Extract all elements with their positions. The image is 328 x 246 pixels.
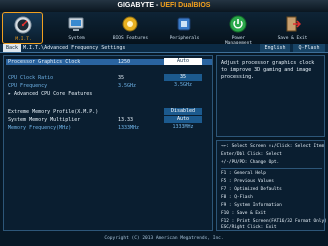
menu-label: BIOS Features [112, 36, 149, 41]
menu-label: M.I.T. [15, 37, 32, 42]
setting-option: 1333MHz [172, 124, 194, 130]
exit-icon [283, 15, 302, 33]
key-help-line: F10 : Save & Exit [221, 211, 266, 216]
bios-features-icon [121, 15, 139, 33]
setting-label: CPU Clock Ratio [8, 75, 54, 81]
setting-label: System Memory Multiplier [8, 117, 81, 123]
setting-option: 3.5GHz [173, 82, 193, 88]
peripherals-icon [175, 15, 193, 33]
setting-option[interactable]: 35 [164, 74, 202, 81]
main-menu: M.I.T. System BIOS Features Peripherals … [0, 12, 328, 46]
setting-row-cpu-frequency: CPU Frequency 3.5GHz 3.5GHz [6, 82, 212, 89]
key-help-line: F5 : Previous Values [221, 179, 274, 184]
key-help-line: F8 : Q-Flash [221, 195, 253, 200]
setting-value: 13.33 [118, 117, 134, 123]
setting-label: CPU Frequency [8, 83, 48, 89]
key-help-line: ESC/Right Click: Exit [221, 225, 277, 230]
setting-row-memory-multiplier[interactable]: System Memory Multiplier 13.33 Auto [6, 116, 212, 123]
power-icon [229, 15, 247, 33]
setting-value: 1333MHz [118, 125, 140, 131]
sub-toolbar: Back M.I.T.\Advanced Frequency Settings … [0, 44, 328, 53]
key-help-line: F7 : Optimized Defaults [221, 187, 282, 192]
key-help-line: F9 : System Information [221, 203, 282, 208]
setting-row-cpu-clock-ratio[interactable]: CPU Clock Ratio 35 35 [6, 74, 212, 81]
back-button[interactable]: Back [3, 44, 21, 52]
help-text: Adjust processor graphics clock to impro… [221, 60, 315, 80]
menu-power-management[interactable]: Power Management [218, 12, 259, 46]
setting-option[interactable]: Auto [164, 58, 202, 65]
key-help-line: →←: Select Screen ↑↓/Click: Select Item [221, 144, 325, 149]
brand-name: GIGABYTE [117, 2, 155, 9]
setting-label: Memory Frequency(MHz) [8, 125, 72, 131]
product-name: UEFI DualBIOS [160, 2, 211, 9]
menu-bios-features[interactable]: BIOS Features [110, 12, 151, 44]
gauge-icon [14, 16, 32, 34]
system-icon [67, 15, 85, 33]
app-title: GIGABYTE - UEFI DualBIOS [0, 2, 328, 9]
key-help-line: +/-/PU/PD: Change Opt. [221, 160, 280, 165]
setting-option[interactable]: Disabled [164, 108, 202, 115]
setting-label: Processor Graphics Clock [8, 59, 81, 65]
menu-label: System [68, 36, 85, 41]
menu-label: Save & Exit [277, 36, 308, 41]
breadcrumb: M.I.T.\Advanced Frequency Settings [23, 45, 126, 51]
key-help-line: F1 : General Help [221, 171, 266, 176]
qflash-button[interactable]: Q-Flash [293, 44, 325, 52]
language-button[interactable]: English [260, 44, 290, 52]
setting-row-advanced-cpu-core[interactable]: ▸ Advanced CPU Core Features [6, 91, 212, 97]
setting-value: 3.5GHz [118, 83, 137, 89]
menu-mit[interactable]: M.I.T. [2, 12, 43, 44]
setting-row-xmp[interactable]: Extreme Memory Profile(X.M.P.) Disabled [6, 108, 212, 115]
submenu-link[interactable]: ▸ Advanced CPU Core Features [8, 91, 92, 97]
key-help-line: Enter/Dbl Click: Select [221, 152, 282, 157]
setting-value: 35 [118, 75, 125, 81]
settings-panel: Processor Graphics Clock 1250 Auto CPU C… [3, 55, 213, 231]
title-bar: GIGABYTE - UEFI DualBIOS [0, 0, 328, 12]
setting-value: 1250 [118, 59, 131, 65]
menu-peripherals[interactable]: Peripherals [164, 12, 205, 44]
setting-row-memory-frequency: Memory Frequency(MHz) 1333MHz 1333MHz [6, 124, 212, 131]
key-legend-panel: →←: Select Screen ↑↓/Click: Select Item … [216, 140, 327, 231]
divider [221, 168, 322, 169]
menu-save-exit[interactable]: Save & Exit [272, 12, 313, 44]
menu-system[interactable]: System [56, 12, 97, 44]
setting-row-processor-graphics-clock[interactable]: Processor Graphics Clock 1250 Auto [6, 58, 212, 65]
setting-label: Extreme Memory Profile(X.M.P.) [8, 109, 99, 115]
copyright-footer: Copyright (C) 2013 American Megatrends, … [104, 236, 224, 241]
help-panel: Adjust processor graphics clock to impro… [216, 55, 325, 137]
setting-option[interactable]: Auto [164, 116, 202, 123]
menu-label: Peripherals [169, 36, 200, 41]
